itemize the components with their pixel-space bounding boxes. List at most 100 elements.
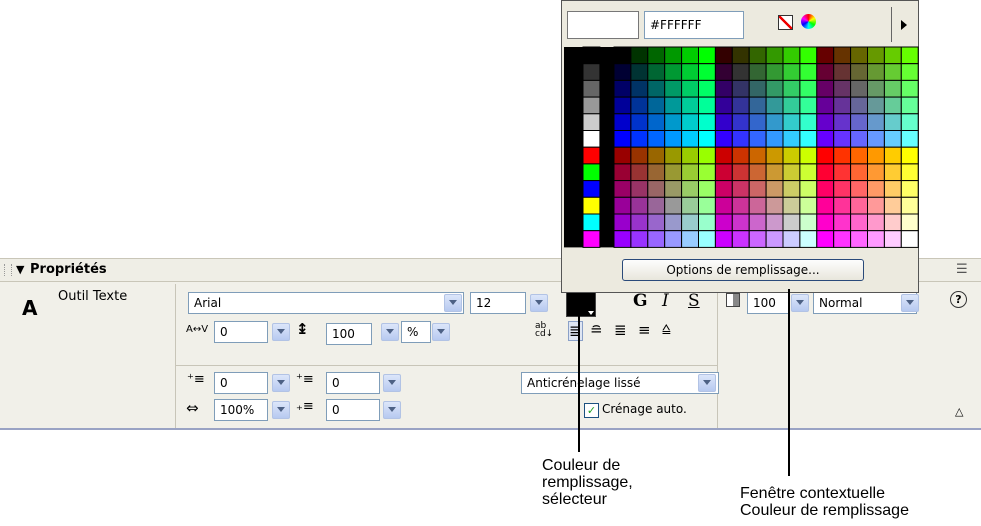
color-swatch[interactable]	[698, 130, 716, 148]
color-swatch[interactable]	[647, 46, 666, 65]
color-swatch[interactable]	[782, 79, 801, 98]
color-swatch[interactable]	[647, 230, 666, 248]
color-swatch[interactable]	[647, 113, 666, 132]
color-swatch[interactable]	[833, 79, 852, 98]
color-swatch[interactable]	[748, 63, 767, 81]
color-swatch[interactable]	[630, 196, 649, 215]
color-swatch[interactable]	[799, 180, 818, 198]
color-swatch[interactable]	[883, 213, 902, 232]
color-swatch[interactable]	[883, 130, 902, 148]
help-icon[interactable]: ?	[950, 291, 967, 308]
color-swatch[interactable]	[664, 146, 683, 165]
color-swatch[interactable]	[613, 96, 632, 115]
text-scale-dropdown[interactable]	[272, 401, 290, 419]
color-swatch[interactable]	[613, 63, 632, 81]
bold-button[interactable]: G	[633, 291, 648, 311]
color-swatch[interactable]	[681, 96, 699, 115]
color-swatch[interactable]	[782, 130, 801, 148]
color-swatch[interactable]	[731, 180, 750, 198]
antialias-field[interactable]: Anticrénelage lissé	[521, 372, 719, 394]
color-swatch[interactable]	[731, 63, 750, 81]
tracking-dropdown[interactable]	[272, 323, 290, 341]
color-swatch[interactable]	[799, 63, 818, 81]
color-swatch[interactable]	[698, 96, 716, 115]
color-swatch[interactable]	[900, 63, 919, 81]
color-swatch[interactable]	[613, 180, 632, 198]
color-swatch[interactable]	[731, 130, 750, 148]
color-swatch[interactable]	[883, 63, 902, 81]
text-direction-icon[interactable]: ab cd↓	[535, 322, 553, 339]
color-swatch[interactable]	[630, 213, 649, 232]
color-swatch[interactable]	[799, 146, 818, 165]
color-swatch[interactable]	[647, 96, 666, 115]
color-swatch[interactable]	[714, 180, 733, 198]
color-swatch[interactable]	[714, 213, 733, 232]
color-swatch[interactable]	[850, 180, 869, 198]
color-swatch[interactable]	[630, 180, 649, 198]
color-swatch[interactable]	[900, 196, 919, 215]
color-swatch[interactable]	[782, 96, 801, 115]
color-swatch[interactable]	[698, 79, 716, 98]
color-swatch[interactable]	[765, 130, 784, 148]
color-swatch[interactable]	[630, 230, 649, 248]
color-swatch[interactable]	[782, 146, 801, 165]
color-swatch[interactable]	[664, 79, 683, 98]
collapse-triangle-icon[interactable]: ▼	[16, 263, 24, 276]
color-swatch[interactable]	[630, 113, 649, 132]
color-swatch[interactable]	[681, 213, 699, 232]
color-swatch[interactable]	[765, 180, 784, 198]
color-swatch[interactable]	[664, 196, 683, 215]
color-swatch[interactable]	[647, 79, 666, 98]
color-swatch[interactable]	[782, 113, 801, 132]
color-swatch[interactable]	[883, 79, 902, 98]
auto-kerning-checkbox[interactable]: ✓	[584, 403, 599, 418]
color-swatch[interactable]	[833, 130, 852, 148]
color-swatch[interactable]	[867, 63, 885, 81]
color-swatch[interactable]	[681, 113, 699, 132]
color-swatch[interactable]	[799, 130, 818, 148]
color-swatch[interactable]	[681, 196, 699, 215]
color-swatch[interactable]	[681, 230, 699, 248]
color-swatch[interactable]	[714, 63, 733, 81]
color-swatch[interactable]	[613, 146, 632, 165]
color-swatch[interactable]	[816, 63, 835, 81]
color-swatch[interactable]	[850, 79, 869, 98]
color-swatch[interactable]	[883, 146, 902, 165]
color-swatch[interactable]	[681, 180, 699, 198]
color-swatch[interactable]	[765, 96, 784, 115]
color-swatch[interactable]	[748, 130, 767, 148]
color-swatch[interactable]	[613, 113, 632, 132]
color-swatch[interactable]	[698, 113, 716, 132]
color-swatch[interactable]	[714, 113, 733, 132]
panel-menu-icon[interactable]: ☰	[956, 262, 968, 277]
color-swatch[interactable]	[900, 113, 919, 132]
color-swatch[interactable]	[799, 113, 818, 132]
color-swatch[interactable]	[833, 230, 852, 248]
color-swatch[interactable]	[867, 130, 885, 148]
color-swatch[interactable]	[698, 146, 716, 165]
color-swatch[interactable]	[900, 213, 919, 232]
color-swatch[interactable]	[647, 213, 666, 232]
color-swatch[interactable]	[816, 46, 835, 65]
line-height-unit-field[interactable]: %	[401, 321, 431, 343]
italic-button[interactable]: I	[662, 291, 669, 311]
line-height-field[interactable]: 100	[326, 323, 372, 345]
color-swatch[interactable]	[681, 63, 699, 81]
expand-panel-icon[interactable]: △	[955, 405, 963, 418]
color-swatch[interactable]	[748, 230, 767, 248]
color-swatch[interactable]	[630, 96, 649, 115]
color-swatch[interactable]	[698, 163, 716, 182]
color-swatch[interactable]	[900, 146, 919, 165]
color-swatch[interactable]	[748, 46, 767, 65]
color-swatch[interactable]	[833, 113, 852, 132]
color-swatch[interactable]	[681, 46, 699, 65]
font-size-field[interactable]: 12	[470, 292, 526, 314]
color-swatch[interactable]	[714, 96, 733, 115]
color-swatch[interactable]	[816, 96, 835, 115]
color-swatch[interactable]	[850, 213, 869, 232]
color-swatch[interactable]	[833, 146, 852, 165]
fill-color-swatch[interactable]	[566, 291, 596, 317]
color-swatch[interactable]	[681, 163, 699, 182]
color-swatch[interactable]	[714, 163, 733, 182]
color-swatch[interactable]	[850, 230, 869, 248]
